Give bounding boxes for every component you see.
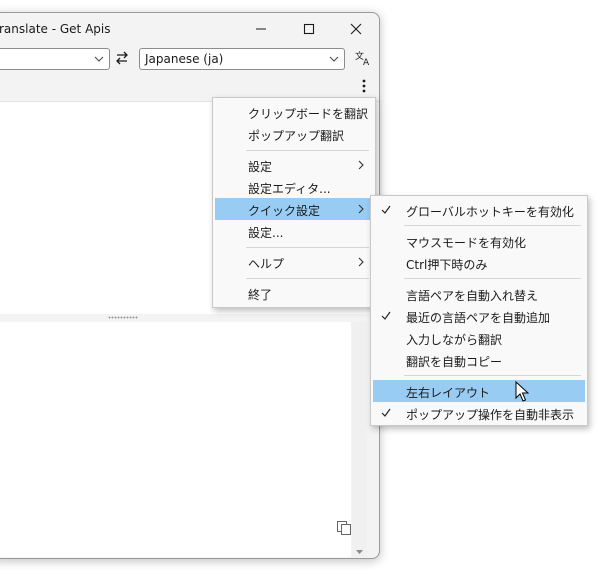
menu-separator — [404, 278, 581, 279]
menu-item-auto-swap-pair[interactable]: 言語ペアを自動入れ替え — [373, 283, 585, 305]
pane-splitter[interactable] — [0, 314, 379, 322]
close-button[interactable] — [333, 13, 379, 45]
maximize-icon — [303, 23, 315, 35]
minimize-icon — [256, 28, 266, 30]
quick-settings-submenu: グローバルホットキーを有効化 マウスモードを有効化 Ctrl押下時のみ 言語ペア… — [370, 195, 588, 426]
menu-item-label: 翻訳を自動コピー — [406, 355, 503, 369]
menu-item-popup-translate[interactable]: ポップアップ翻訳 — [215, 123, 373, 145]
menu-item-label: 言語ペアを自動入れ替え — [406, 289, 539, 303]
menu-item-label: ポップアップ翻訳 — [248, 129, 345, 143]
menu-item-preferences[interactable]: 設定... — [215, 220, 373, 242]
menu-item-settings[interactable]: 設定 — [215, 154, 373, 176]
context-menu: クリップボードを翻訳 ポップアップ翻訳 設定 設定エディタ... クイック設定 … — [212, 97, 376, 308]
window-title: ranslate - Get Apis — [0, 22, 111, 36]
menu-item-auto-add-recent-pair[interactable]: 最近の言語ペアを自動追加 — [373, 305, 585, 327]
target-language-value: Japanese (ja) — [145, 52, 224, 66]
menu-item-global-hotkey[interactable]: グローバルホットキーを有効化 — [373, 199, 585, 221]
chevron-down-icon — [329, 56, 339, 62]
chevron-right-icon — [358, 257, 364, 267]
menu-item-label: ヘルプ — [248, 257, 285, 271]
maximize-button[interactable] — [286, 13, 332, 45]
menu-item-label: グローバルホットキーを有効化 — [406, 205, 574, 219]
source-language-select[interactable] — [0, 48, 110, 70]
menu-item-mouse-mode[interactable]: マウスモードを有効化 — [373, 230, 585, 252]
menu-separator — [404, 375, 581, 376]
menu-item-label: 最近の言語ペアを自動追加 — [406, 311, 551, 325]
chevron-right-icon — [358, 204, 364, 214]
menu-separator — [246, 247, 369, 248]
menu-item-label: 終了 — [248, 288, 273, 302]
menu-item-label: 設定... — [248, 226, 284, 240]
menu-item-label: ポップアップ操作を自動非表示 — [406, 408, 575, 422]
menu-separator — [246, 150, 369, 151]
menu-item-auto-copy[interactable]: 翻訳を自動コピー — [373, 349, 585, 371]
target-language-select[interactable]: Japanese (ja) — [139, 48, 345, 70]
menu-item-quick-settings[interactable]: クイック設定 — [215, 198, 373, 220]
more-vertical-icon[interactable] — [362, 79, 366, 93]
title-bar: ranslate - Get Apis — [0, 13, 379, 45]
toolbar: Japanese (ja) 文 A — [0, 45, 379, 105]
checkmark-icon — [381, 408, 391, 417]
menu-item-label: 入力しながら翻訳 — [406, 333, 503, 347]
mouse-cursor-icon — [515, 381, 529, 402]
swap-icon[interactable] — [114, 50, 130, 66]
scroll-down-arrow-icon[interactable] — [352, 548, 367, 558]
menu-separator — [246, 278, 369, 279]
menu-item-ctrl-only[interactable]: Ctrl押下時のみ — [373, 252, 585, 274]
menu-item-label: 左右レイアウト — [406, 386, 491, 400]
vertical-scrollbar[interactable] — [352, 322, 367, 557]
splitter-grip[interactable] — [108, 316, 138, 319]
menu-item-help[interactable]: ヘルプ — [215, 251, 373, 273]
menu-item-label: マウスモードを有効化 — [406, 236, 527, 250]
chevron-down-icon — [94, 56, 104, 62]
chevron-right-icon — [358, 160, 364, 170]
translation-text-area[interactable] — [0, 322, 351, 557]
menu-separator — [404, 225, 581, 226]
menu-item-label: 設定エディタ... — [248, 182, 331, 196]
translate-icon[interactable]: 文 A — [355, 50, 373, 66]
menu-item-translate-while-typing[interactable]: 入力しながら翻訳 — [373, 327, 585, 349]
checkmark-icon — [381, 205, 391, 214]
menu-item-translate-clipboard[interactable]: クリップボードを翻訳 — [215, 101, 373, 123]
menu-item-settings-editor[interactable]: 設定エディタ... — [215, 176, 373, 198]
menu-item-label: クイック設定 — [248, 204, 321, 218]
menu-item-label: クリップボードを翻訳 — [248, 107, 369, 121]
menu-item-label: 設定 — [248, 160, 273, 174]
copy-icon[interactable] — [336, 520, 352, 536]
menu-item-auto-hide-popup[interactable]: ポップアップ操作を自動非表示 — [373, 402, 585, 424]
menu-item-exit[interactable]: 終了 — [215, 282, 373, 304]
close-icon — [350, 23, 362, 35]
menu-item-label: Ctrl押下時のみ — [406, 258, 488, 272]
menu-item-side-by-side-layout[interactable]: 左右レイアウト — [373, 380, 585, 402]
checkmark-icon — [381, 311, 391, 320]
svg-text:A: A — [363, 58, 370, 66]
minimize-button[interactable] — [238, 13, 284, 45]
